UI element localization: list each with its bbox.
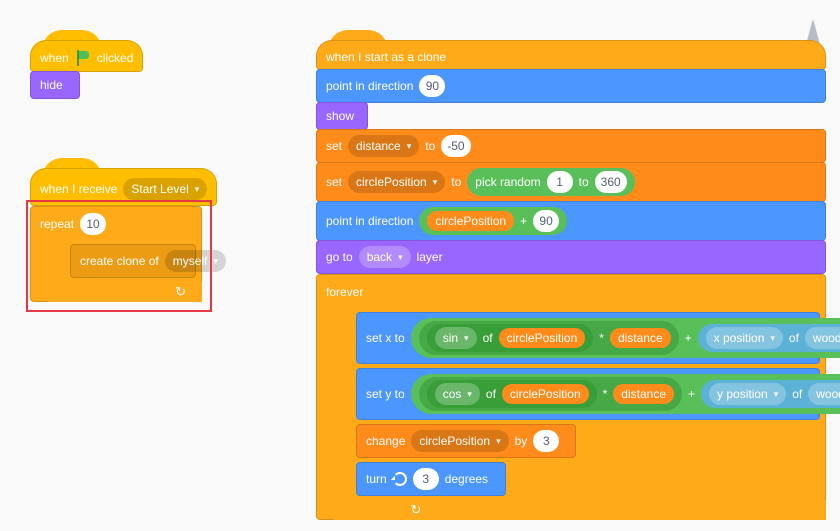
repeat-arrow-icon: ↻: [175, 284, 186, 300]
label: set: [326, 175, 342, 189]
input-repeat-count[interactable]: 10: [80, 213, 106, 235]
label: of: [486, 387, 496, 401]
label: forever: [326, 285, 363, 299]
dropdown-sprite-wood[interactable]: wood: [805, 327, 840, 349]
label: +: [520, 214, 527, 228]
block-set-distance[interactable]: set distance to -50: [316, 129, 826, 163]
label: +: [688, 387, 695, 401]
block-set-x[interactable]: set x to sin of circlePosition * distanc…: [356, 312, 820, 364]
input-plus-val[interactable]: 90: [533, 210, 559, 232]
input-change-val[interactable]: 3: [533, 430, 559, 452]
script-stack-3[interactable]: when I start as a clone point in directi…: [316, 40, 826, 520]
label: show: [326, 109, 354, 123]
label: by: [515, 434, 528, 448]
reporter-pick-random[interactable]: pick random 1 to 360: [467, 168, 634, 196]
block-point-direction[interactable]: point in direction 90: [316, 69, 826, 103]
block-point-direction-expr[interactable]: point in direction circlePosition + 90: [316, 201, 826, 241]
label: point in direction: [326, 214, 413, 228]
script-stack-1[interactable]: when clicked hide: [30, 40, 143, 99]
label: layer: [417, 250, 443, 264]
reporter-add-y[interactable]: cos of circlePosition * distance + y pos…: [411, 374, 840, 414]
label: *: [603, 387, 608, 401]
label: create clone of: [80, 254, 159, 268]
forever-arrow-icon: ↻: [411, 502, 422, 518]
label: point in direction: [326, 79, 413, 93]
dropdown-clone-target[interactable]: myself: [165, 250, 226, 272]
dropdown-var-distance[interactable]: distance: [348, 135, 419, 157]
input-turn-val[interactable]: 3: [413, 468, 439, 490]
reporter-ypos-of[interactable]: y position of wood: [701, 380, 840, 408]
label: when I receive: [40, 182, 117, 196]
block-create-clone[interactable]: create clone of myself: [70, 244, 196, 278]
script-stack-2[interactable]: when I receive Start Level repeat 10 cre…: [30, 168, 217, 302]
dropdown-prop-ypos[interactable]: y position: [709, 383, 786, 405]
dropdown-mathop-sin[interactable]: sin: [435, 327, 477, 349]
block-set-y[interactable]: set y to cos of circlePosition * distanc…: [356, 368, 820, 420]
block-repeat[interactable]: repeat 10 create clone of myself ↻: [30, 206, 202, 302]
block-forever[interactable]: forever set x to sin of circlePosition *: [316, 274, 826, 520]
reporter-var-circle[interactable]: circlePosition: [502, 384, 589, 404]
block-turn-cw[interactable]: turn 3 degrees: [356, 462, 506, 496]
reporter-mul-x[interactable]: sin of circlePosition * distance: [419, 321, 679, 355]
label: repeat: [40, 217, 74, 231]
block-when-receive[interactable]: when I receive Start Level: [30, 168, 217, 206]
dropdown-prop-xpos[interactable]: x position: [706, 327, 783, 349]
reporter-var-distance[interactable]: distance: [610, 328, 671, 348]
label: degrees: [445, 472, 488, 486]
label: of: [792, 387, 802, 401]
input-rand-lo[interactable]: 1: [547, 171, 573, 193]
reporter-mul-y[interactable]: cos of circlePosition * distance: [419, 377, 682, 411]
dropdown-layer[interactable]: back: [359, 246, 411, 268]
label: when I start as a clone: [326, 50, 446, 64]
label: clicked: [97, 51, 134, 65]
block-set-circleposition[interactable]: set circlePosition to pick random 1 to 3…: [316, 162, 826, 202]
block-hide[interactable]: hide: [30, 71, 80, 99]
label: of: [483, 331, 493, 345]
dropdown-sprite-wood[interactable]: wood: [808, 383, 840, 405]
reporter-add-x[interactable]: sin of circlePosition * distance + x pos…: [411, 318, 840, 358]
label: go to: [326, 250, 353, 264]
label: hide: [40, 78, 63, 92]
dropdown-message[interactable]: Start Level: [123, 178, 207, 200]
block-change-var[interactable]: change circlePosition by 3: [356, 424, 576, 458]
label: +: [685, 331, 692, 345]
block-goto-layer[interactable]: go to back layer: [316, 240, 826, 274]
label: pick random: [475, 175, 540, 189]
dropdown-var-circle[interactable]: circlePosition: [348, 171, 445, 193]
block-when-start-clone[interactable]: when I start as a clone: [316, 40, 826, 70]
input-rand-hi[interactable]: 360: [595, 171, 627, 193]
label: set: [326, 139, 342, 153]
dropdown-var-circle[interactable]: circlePosition: [411, 430, 508, 452]
clockwise-icon: [393, 472, 407, 486]
label: set y to: [366, 387, 405, 401]
reporter-sin[interactable]: sin of circlePosition: [427, 324, 594, 352]
reporter-cos[interactable]: cos of circlePosition: [427, 380, 597, 408]
reporter-var-distance[interactable]: distance: [613, 384, 674, 404]
dropdown-mathop-cos[interactable]: cos: [435, 383, 480, 405]
label: set x to: [366, 331, 405, 345]
label: to: [425, 139, 435, 153]
label: of: [789, 331, 799, 345]
block-when-flag-clicked[interactable]: when clicked: [30, 40, 143, 72]
label: change: [366, 434, 405, 448]
block-show[interactable]: show: [316, 102, 368, 130]
green-flag-icon: [75, 50, 91, 66]
reporter-var-circle[interactable]: circlePosition: [499, 328, 586, 348]
input-distance-val[interactable]: -50: [441, 135, 470, 157]
label: when: [40, 51, 69, 65]
input-direction[interactable]: 90: [419, 75, 445, 97]
label: turn: [366, 472, 387, 486]
reporter-xpos-of[interactable]: x position of wood: [698, 324, 840, 352]
reporter-add[interactable]: circlePosition + 90: [419, 207, 567, 235]
label: to: [451, 175, 461, 189]
reporter-var-circle[interactable]: circlePosition: [427, 211, 514, 231]
label: to: [579, 175, 589, 189]
label: *: [599, 331, 604, 345]
